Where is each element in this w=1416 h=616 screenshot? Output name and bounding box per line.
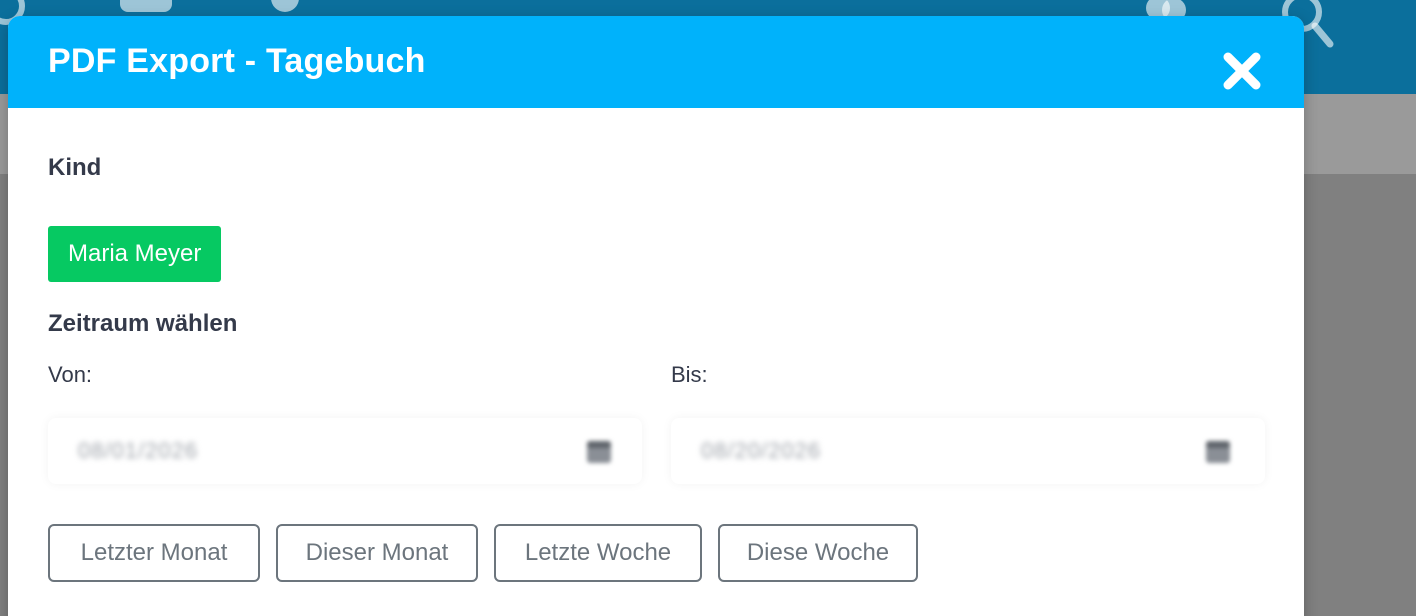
close-button[interactable]	[1222, 51, 1262, 91]
calendar-icon[interactable]	[1203, 436, 1233, 466]
from-date-value: 08/01/2026	[78, 438, 199, 463]
modal-title: PDF Export - Tagebuch	[48, 42, 426, 80]
to-date-input[interactable]: 08/20/2026	[671, 418, 1265, 484]
child-section-label: Kind	[48, 154, 102, 181]
close-icon	[1223, 52, 1261, 90]
pdf-export-modal: PDF Export - Tagebuch Kind Maria Meyer Z…	[8, 16, 1304, 616]
calendar-icon[interactable]	[584, 436, 614, 466]
last-week-button[interactable]: Letzte Woche	[494, 524, 702, 582]
this-month-button[interactable]: Dieser Monat	[276, 524, 478, 582]
this-week-button[interactable]: Diese Woche	[718, 524, 918, 582]
from-date-input[interactable]: 08/01/2026	[48, 418, 642, 484]
period-section-label: Zeitraum wählen	[48, 310, 238, 337]
to-date-value: 08/20/2026	[701, 438, 822, 463]
last-month-button[interactable]: Letzter Monat	[48, 524, 260, 582]
to-label: Bis:	[671, 362, 708, 387]
modal-header: PDF Export - Tagebuch	[8, 16, 1304, 108]
child-chip-selected[interactable]: Maria Meyer	[48, 226, 222, 282]
from-label: Von:	[48, 362, 93, 387]
